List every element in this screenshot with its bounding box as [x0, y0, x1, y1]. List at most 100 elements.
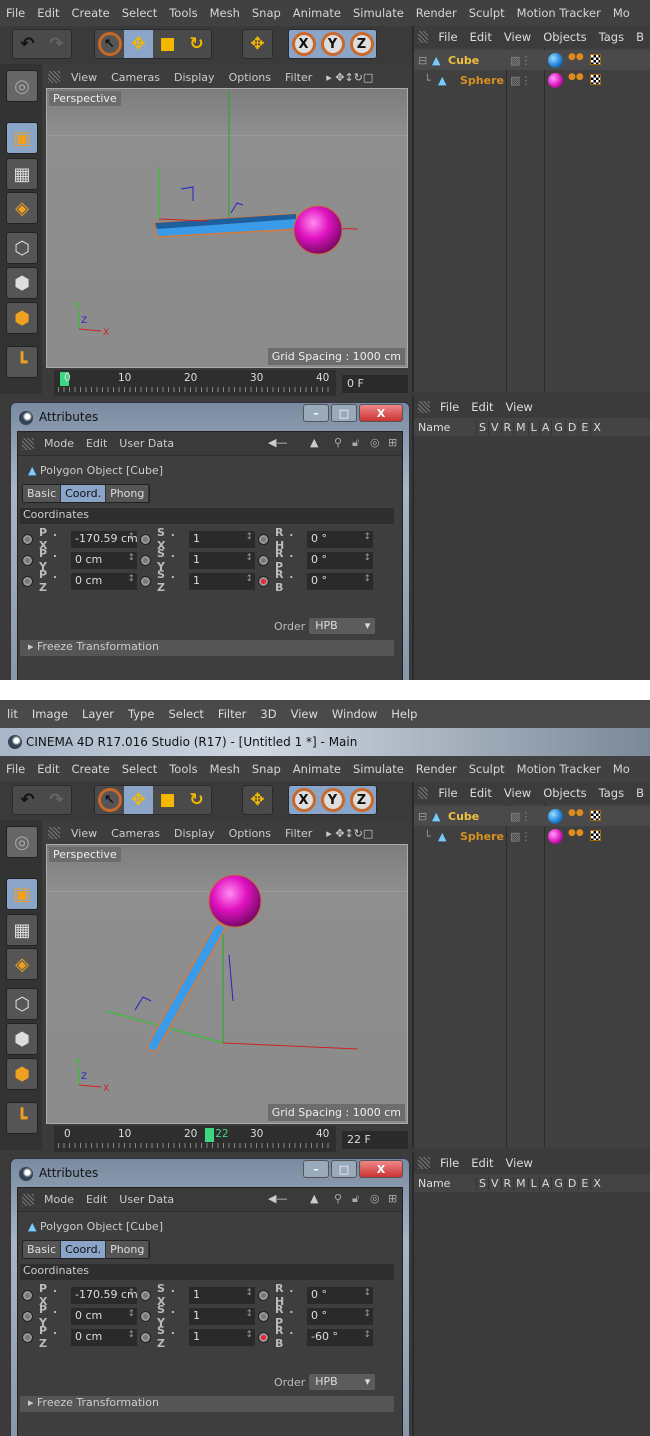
- scale-tool-icon[interactable]: ■: [153, 30, 182, 58]
- polygons-mode-icon[interactable]: ⬢: [6, 1058, 38, 1090]
- rotate-tool-icon[interactable]: ↻: [182, 30, 211, 58]
- texture-tag-icon[interactable]: [590, 74, 601, 85]
- rh-input[interactable]: 0 °: [307, 530, 373, 548]
- move-tool-icon[interactable]: ✥: [243, 786, 272, 814]
- texture-mode-icon[interactable]: ▦: [6, 914, 38, 946]
- viewport-menu-item[interactable]: Filter: [278, 71, 319, 84]
- workplane-icon[interactable]: ◈: [6, 948, 38, 980]
- om-menu-item[interactable]: File: [432, 786, 463, 800]
- object-row-sphere[interactable]: └ ▲ Sphere ▧⋮ ●●: [414, 826, 650, 846]
- menu-item[interactable]: Image: [25, 707, 75, 721]
- om-menu-item[interactable]: Tags: [593, 786, 630, 800]
- make-editable-icon[interactable]: ◎: [6, 70, 38, 102]
- texture-tag-icon[interactable]: [590, 810, 601, 821]
- y-axis-lock-icon[interactable]: Y: [318, 30, 347, 58]
- tab-coord[interactable]: Coord.: [61, 1241, 107, 1258]
- texture-tag-icon[interactable]: [590, 54, 601, 65]
- tab-phong[interactable]: Phong: [106, 1241, 150, 1258]
- collapse-icon[interactable]: ⊟: [418, 810, 427, 823]
- menu-item[interactable]: Mesh: [204, 762, 246, 776]
- order-dropdown[interactable]: HPB ▾: [309, 618, 376, 634]
- z-axis-lock-icon[interactable]: Z: [347, 786, 376, 814]
- redo-icon[interactable]: ↷: [42, 786, 71, 814]
- py-input[interactable]: 0 cm: [71, 1307, 137, 1325]
- close-button[interactable]: X: [359, 404, 403, 422]
- object-row-sphere[interactable]: └ ▲ Sphere ▧⋮ ●●: [414, 70, 650, 90]
- menu-item[interactable]: Edit: [31, 762, 65, 776]
- playhead[interactable]: [205, 1128, 215, 1142]
- viewport-menu-item[interactable]: Display: [167, 71, 222, 84]
- om-menu-item[interactable]: Objects: [537, 30, 592, 44]
- rp-input[interactable]: 0 °: [307, 551, 373, 569]
- lm-menu-item[interactable]: File: [434, 400, 465, 414]
- tag-icon[interactable]: ●●: [568, 828, 584, 838]
- up-arrow-icon[interactable]: ▲: [304, 436, 324, 449]
- menu-item[interactable]: Animate: [287, 762, 347, 776]
- sz-input[interactable]: 1: [189, 572, 255, 590]
- menu-item[interactable]: lit: [0, 707, 25, 721]
- material-tag-icon[interactable]: [548, 72, 563, 88]
- tag-icon[interactable]: ●●: [568, 72, 584, 82]
- menu-item[interactable]: Help: [384, 707, 424, 721]
- rp-input[interactable]: 0 °: [307, 1307, 373, 1325]
- menu-item[interactable]: Layer: [75, 707, 121, 721]
- timeline-ruler[interactable]: 0 10 20 30 40 22: [54, 1126, 336, 1152]
- axis-mode-icon[interactable]: ┗: [6, 1102, 38, 1134]
- edges-mode-icon[interactable]: ⬢: [6, 267, 38, 299]
- attr-menu-item[interactable]: User Data: [113, 437, 180, 450]
- menu-item[interactable]: Tools: [163, 762, 203, 776]
- animation-key-radio[interactable]: [258, 1289, 269, 1301]
- object-row-cube[interactable]: ⊟ ▲ Cube ▧⋮ ●●: [414, 806, 650, 826]
- viewport-menu-item[interactable]: View: [64, 71, 104, 84]
- menu-item[interactable]: 3D: [253, 707, 283, 721]
- om-menu-item[interactable]: B: [630, 30, 650, 44]
- animation-key-radio[interactable]: [22, 554, 33, 566]
- menu-item[interactable]: Mo: [607, 762, 636, 776]
- minimize-button[interactable]: –: [303, 1160, 329, 1178]
- rh-input[interactable]: 0 °: [307, 1286, 373, 1304]
- viewport-menu-item[interactable]: Options: [222, 71, 278, 84]
- viewport-menu-item[interactable]: Cameras: [104, 827, 167, 840]
- points-mode-icon[interactable]: ⬡: [6, 232, 38, 264]
- om-menu-item[interactable]: Tags: [593, 30, 630, 44]
- menu-item[interactable]: Animate: [287, 6, 347, 20]
- attr-menu-item[interactable]: Edit: [80, 1193, 113, 1206]
- back-arrow-icon[interactable]: ◀—: [262, 1192, 293, 1205]
- minimize-button[interactable]: –: [303, 404, 329, 422]
- menu-item[interactable]: Mo: [607, 6, 636, 20]
- current-frame-field[interactable]: 0 F: [342, 375, 408, 393]
- animation-key-radio[interactable]: [140, 1289, 151, 1301]
- workplane-icon[interactable]: ◈: [6, 192, 38, 224]
- new-panel-icon[interactable]: ⊞: [382, 436, 403, 449]
- tab-basic[interactable]: Basic: [23, 1241, 62, 1258]
- lm-menu-item[interactable]: View: [500, 400, 539, 414]
- menu-item[interactable]: Create: [66, 6, 116, 20]
- menu-item[interactable]: Render: [410, 6, 463, 20]
- freeze-transformation-section[interactable]: ▸ Freeze Transformation: [20, 1396, 394, 1412]
- new-panel-icon[interactable]: ⊞: [382, 1192, 403, 1205]
- viewport-menu-item[interactable]: Filter: [278, 827, 319, 840]
- om-menu-item[interactable]: View: [498, 30, 537, 44]
- move-tool-icon[interactable]: ✥: [124, 786, 153, 814]
- select-tool-icon[interactable]: ↖: [95, 786, 124, 814]
- rotate-tool-icon[interactable]: ↻: [182, 786, 211, 814]
- menu-item[interactable]: Type: [121, 707, 161, 721]
- animation-key-radio[interactable]: [258, 533, 269, 545]
- menu-item[interactable]: Select: [161, 707, 210, 721]
- edges-mode-icon[interactable]: ⬢: [6, 1023, 38, 1055]
- object-name[interactable]: Sphere: [460, 830, 504, 843]
- menu-item[interactable]: Filter: [211, 707, 253, 721]
- order-dropdown[interactable]: HPB ▾: [309, 1374, 376, 1390]
- viewport-nav-icons[interactable]: ▸ ✥↕↻□: [319, 71, 380, 84]
- object-row-cube[interactable]: ⊟ ▲ Cube ▧⋮ ●●: [414, 50, 650, 70]
- timeline-ruler[interactable]: 0 10 20 30 40 0: [54, 370, 336, 396]
- scale-tool-icon[interactable]: ■: [153, 786, 182, 814]
- menu-item[interactable]: File: [0, 762, 31, 776]
- undo-icon[interactable]: ↶: [13, 786, 42, 814]
- om-menu-item[interactable]: B: [630, 786, 650, 800]
- menu-item[interactable]: Snap: [246, 762, 287, 776]
- pz-input[interactable]: 0 cm: [71, 1328, 137, 1346]
- model-mode-icon[interactable]: ▣: [6, 878, 38, 910]
- px-input[interactable]: -170.59 cm: [71, 530, 137, 548]
- collapse-icon[interactable]: ⊟: [418, 54, 427, 67]
